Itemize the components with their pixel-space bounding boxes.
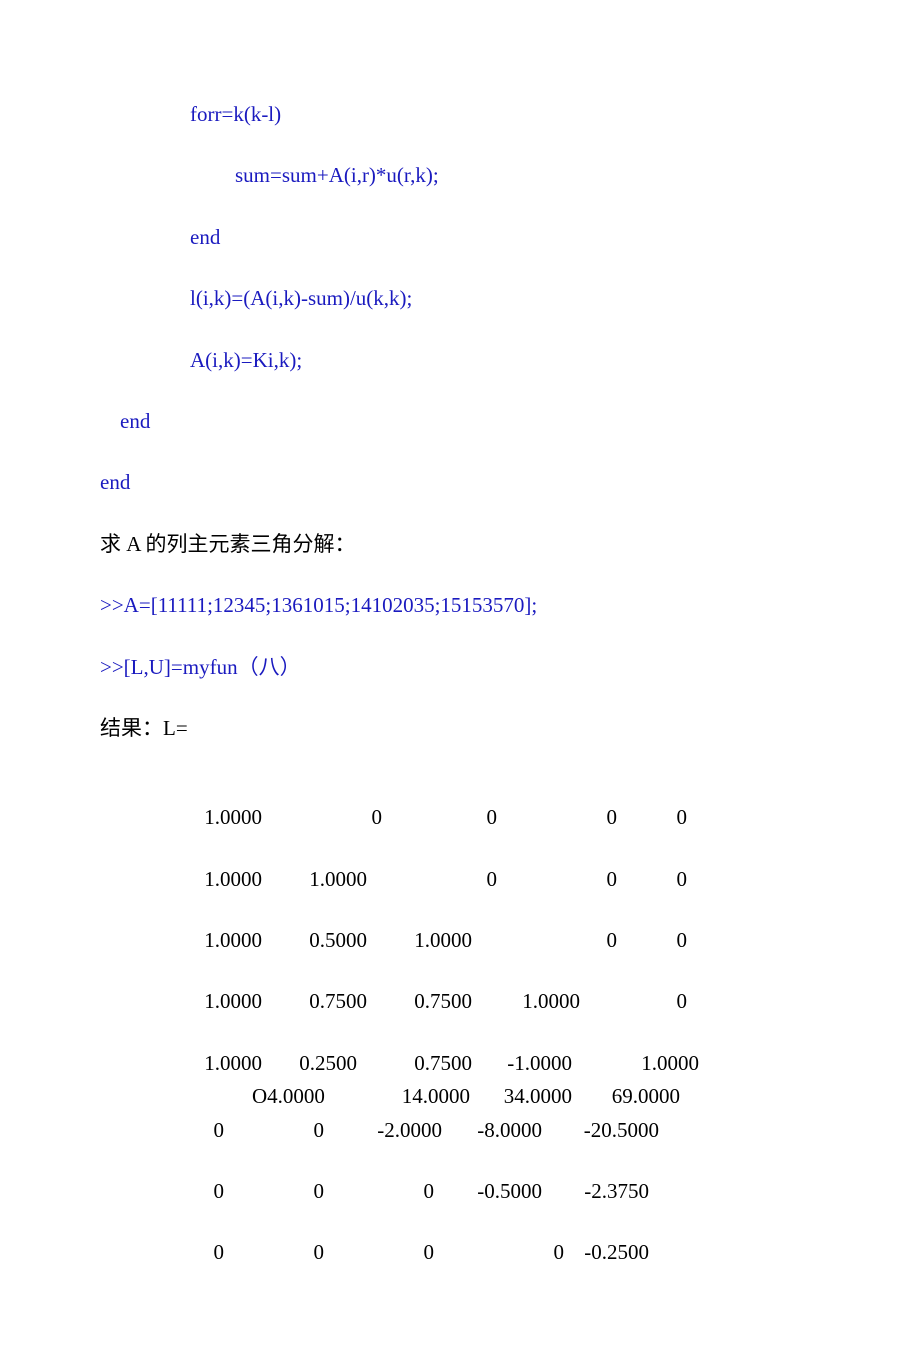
description-text: 求 A 的列主元素三角分解：: [100, 530, 820, 559]
matrix-l-row-1: 1.0000 0 0 0 0: [200, 803, 820, 832]
cell: 1.0000: [262, 865, 367, 894]
cell: -0.5000: [434, 1177, 542, 1206]
cell: 0: [200, 1238, 224, 1267]
cell: 0: [497, 803, 617, 832]
cell: 1.0000: [200, 987, 262, 1016]
cell: 0: [200, 1116, 224, 1145]
cell: 0: [324, 1177, 434, 1206]
cell: 0: [617, 865, 687, 894]
code-line-lik: l(i,k)=(A(i,k)-sum)/u(k,k);: [100, 284, 820, 313]
cell: -8.0000: [442, 1116, 542, 1145]
cell: 0.7500: [367, 987, 472, 1016]
cell: 1.0000: [572, 1049, 699, 1078]
cell: -1.0000: [472, 1049, 572, 1078]
cell: 34.0000: [470, 1082, 572, 1111]
cell: 0.5000: [262, 926, 367, 955]
cell: 0: [382, 803, 497, 832]
cell: 0: [617, 926, 687, 955]
code-line-aik: A(i,k)=Ki,k);: [100, 346, 820, 375]
cell: -0.2500: [564, 1238, 649, 1267]
cell: 1.0000: [200, 865, 262, 894]
cell: 0: [224, 1238, 324, 1267]
cell: 0: [224, 1116, 324, 1145]
cell: 1.0000: [200, 926, 262, 955]
cell: 0: [224, 1177, 324, 1206]
cell: 0.2500: [262, 1049, 357, 1078]
cell: -2.3750: [542, 1177, 649, 1206]
cell: 0: [580, 987, 687, 1016]
cell: 1.0000: [367, 926, 472, 955]
matrix-u-row-1: O4.0000 14.0000 34.0000 69.0000: [200, 1082, 820, 1111]
cell: 0: [617, 803, 687, 832]
matrix-l-row-2: 1.0000 1.0000 0 0 0: [200, 865, 820, 894]
cell: 1.0000: [200, 803, 262, 832]
cell: O4.0000: [252, 1082, 330, 1111]
code-line-end2: end: [100, 407, 820, 436]
cell: 0: [497, 865, 617, 894]
matrix-l-row-3: 1.0000 0.5000 1.0000 0 0: [200, 926, 820, 955]
cell: 0: [434, 1238, 564, 1267]
cell: 0: [367, 865, 497, 894]
command-line-2: >>[L,U]=myfun（八）: [100, 653, 820, 682]
matrix-l-row-5: 1.0000 0.2500 0.7500 -1.0000 1.0000: [200, 1049, 820, 1078]
cell: -20.5000: [542, 1116, 659, 1145]
matrix-output: 1.0000 0 0 0 0 1.0000 1.0000 0 0 0 1.000…: [200, 803, 820, 1268]
matrix-u-row-4: 0 0 0 0 -0.2500: [200, 1238, 820, 1267]
command-line-1: >>A=[11111;12345;1361015;14102035;151535…: [100, 591, 820, 620]
code-line-end1: end: [100, 223, 820, 252]
matrix-l-row-4: 1.0000 0.7500 0.7500 1.0000 0: [200, 987, 820, 1016]
cell: 0.7500: [262, 987, 367, 1016]
result-label: 结果：L=: [100, 714, 820, 743]
cell: 0: [472, 926, 617, 955]
matrix-u-row-2: 0 0 -2.0000 -8.0000 -20.5000: [200, 1116, 820, 1145]
cell: 69.0000: [572, 1082, 680, 1111]
cell: -2.0000: [324, 1116, 442, 1145]
matrix-u-row-3: 0 0 0 -0.5000 -2.3750: [200, 1177, 820, 1206]
cell: 14.0000: [330, 1082, 470, 1111]
code-line-for: forr=k(k-l): [100, 100, 820, 129]
cell: 0: [324, 1238, 434, 1267]
cell: 0: [200, 1177, 224, 1206]
code-line-end3: end: [100, 468, 820, 497]
cell: 1.0000: [472, 987, 580, 1016]
cell: 1.0000: [200, 1049, 262, 1078]
cell: 0.7500: [357, 1049, 472, 1078]
cell: 0: [262, 803, 382, 832]
document-page: forr=k(k-l) sum=sum+A(i,r)*u(r,k); end l…: [0, 0, 920, 1360]
code-line-sum: sum=sum+A(i,r)*u(r,k);: [100, 161, 820, 190]
